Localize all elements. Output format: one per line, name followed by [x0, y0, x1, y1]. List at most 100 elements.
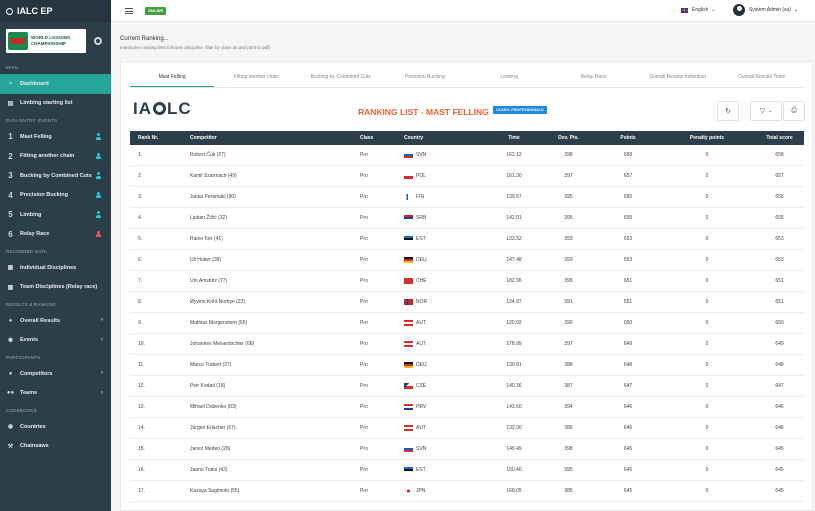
country-code: SVN — [416, 446, 427, 452]
tab-fitting-another-chain[interactable]: Fitting another chain — [214, 66, 298, 87]
cell-time: 162.12 — [506, 152, 522, 158]
sidebar-item-overall-results[interactable]: ● Overall Results › — [0, 311, 111, 331]
app-brand[interactable]: IALC EP — [0, 0, 111, 22]
table-row[interactable]: 8. Øyvinn Kohl-Norbye (22) Pro NOR 124.97 391… — [130, 292, 804, 313]
table-row[interactable]: 11. Marco Trabert (37) Pro DEU 130.91 388 648 0… — [130, 355, 804, 376]
sidebar-item-team-disciplines[interactable]: ▦ Team Disciplines (Relay race) — [0, 278, 111, 298]
cell-penalty: 0 — [705, 278, 709, 284]
table-row[interactable]: 13. Mihael Dobenko (83) Pro HRV 143.60 394 646… — [130, 397, 804, 418]
person-icon — [96, 211, 101, 218]
ialc-logo: IA LC — [133, 99, 192, 118]
table-row[interactable]: 16. Jaano Traks (42) Pro EST 150.40 395 645 0 64… — [130, 460, 804, 481]
cell-time: 130.91 — [506, 362, 522, 368]
sidebar-item-dashboard[interactable]: ≈ Dashboard — [0, 74, 111, 94]
cell-class: Pro — [360, 341, 368, 347]
col-dev-pts[interactable]: Dev. Pts. — [540, 135, 597, 141]
table-row[interactable]: 17. Kazuya Sugimoto (55) Pro JPN 168.05 385 64… — [130, 481, 804, 502]
table-row[interactable]: 3. Jukka Perämäki (90) Pro FIN 139.57 395 655 0… — [130, 187, 804, 208]
country-code: HRV — [416, 404, 427, 410]
table-row[interactable]: 4. Ljuban Žižić (32) Pro SRB 142.01 395 655 0 65… — [130, 208, 804, 229]
filter-button[interactable]: ▽ ⌄ — [750, 101, 782, 121]
sidebar-item-limbing[interactable]: 5 Limbing — [0, 205, 111, 225]
col-class[interactable]: Class — [360, 135, 404, 141]
language-selector[interactable]: English ⌄ — [681, 7, 716, 13]
cell-total: 649 — [775, 341, 784, 347]
sidebar-item-fitting-another-chain[interactable]: 2 Fitting another chain — [0, 147, 111, 167]
user-menu[interactable]: System Admin (sa) ⌄ — [733, 4, 798, 16]
cell-time: 149.49 — [506, 446, 522, 452]
section-results: RESULTS & RANKING — [6, 301, 56, 307]
chevron-down-icon: ⌄ — [711, 7, 716, 13]
cell-total: 645 — [775, 467, 784, 473]
table-row[interactable]: 15. Janez Medeo (28) Pro SVN 149.49 398 645 0 64… — [130, 439, 804, 460]
sidebar-item-label: Teams — [20, 390, 38, 397]
cell-total: 646 — [775, 425, 784, 431]
sidebar-item-label: Chainsaws — [20, 443, 49, 450]
col-total[interactable]: Total score — [755, 135, 804, 141]
cell-total: 657 — [775, 173, 784, 179]
cell-class: Pro — [360, 236, 368, 242]
col-country[interactable]: Country — [404, 135, 488, 141]
table-row[interactable]: 6. Uli Huber (38) Pro DEU 147.48 393 653 0 653 — [130, 250, 804, 271]
tab-limbing[interactable]: Limbing — [467, 66, 551, 87]
table-row[interactable]: 5. Raino Kivi (41) Pro EST 133.52 393 653 0 653 — [130, 229, 804, 250]
cell-dev-pts: 399 — [564, 278, 573, 284]
sidebar-item-relay-race[interactable]: 6 Relay Race — [0, 225, 111, 245]
table-row[interactable]: 1. Robert Čuk (27) Pro SVN 162.12 398 658 0 658 — [130, 145, 804, 166]
tab-overall-team[interactable]: Overall Results Team — [720, 66, 804, 87]
cell-points: 646 — [623, 425, 633, 431]
settings-icon[interactable] — [94, 37, 102, 45]
cell-rank: 15. — [138, 446, 145, 452]
table-row[interactable]: 9. Mathias Morgenstern (65) Pro AUT 120.92 39… — [130, 313, 804, 334]
logo-line-2: CHAMPIONSHIP — [31, 41, 67, 46]
print-button[interactable]: ⎙ — [783, 101, 805, 121]
uk-flag-icon — [681, 7, 688, 13]
table-row[interactable]: 7. Urs Amstutz (77) Pro CHE 182.96 399 651 0 651 — [130, 271, 804, 292]
col-penalty[interactable]: Penalty points — [659, 135, 755, 141]
cell-dev-pts: 395 — [564, 215, 573, 221]
cell-total: 645 — [775, 446, 784, 452]
cell-rank: 17. — [138, 488, 145, 494]
cell-dev-pts: 391 — [564, 299, 573, 305]
tab-overall-individual[interactable]: Overall Results Individual — [636, 66, 720, 87]
tab-relay-race[interactable]: Relay Race — [551, 66, 635, 87]
sidebar-item-bucking-combined-cuts[interactable]: 3 Bucking by Combined Cuts — [0, 166, 111, 186]
tab-bucking-combined-cuts[interactable]: Bucking by Combined Cuts — [299, 66, 383, 87]
table-row[interactable]: 12. Petr Kodad (18) Pro CZE 140.36 387 647 0 647 — [130, 376, 804, 397]
table-row[interactable]: 2. Kamil Szarmach (49) Pro POL 161.30 397 657 0… — [130, 166, 804, 187]
country-flag-icon — [404, 257, 413, 263]
section-recorded: RECORDED DATA — [6, 248, 47, 254]
table-row[interactable]: 10. Johannes Meisenbichler (68) Pro AUT 178.… — [130, 334, 804, 355]
cell-rank: 1. — [138, 152, 143, 158]
cell-class: Pro — [360, 299, 368, 305]
col-rank[interactable]: Rank Nr. — [130, 135, 190, 141]
table-row[interactable]: 14. Jürgen Erlacher (67) Pro AUT 132.00 386 64… — [130, 418, 804, 439]
sidebar-item-mast-felling[interactable]: 1 Mast Felling — [0, 127, 111, 147]
sidebar-item-precision-bucking[interactable]: 4 Precision Bucking — [0, 186, 111, 206]
country-code: EST — [416, 467, 426, 473]
discipline-number: 6 — [8, 229, 13, 239]
cell-country: HRV — [404, 404, 488, 410]
sidebar-item-countries[interactable]: ◉ Countries — [0, 417, 111, 437]
sidebar-item-teams[interactable]: ●● Teams › — [0, 384, 111, 404]
wrench-icon: ⚒ — [7, 443, 14, 450]
country-code: NOR — [416, 299, 428, 305]
refresh-button[interactable]: ↻ — [717, 101, 739, 121]
tab-precision-bucking[interactable]: Precision Bucking — [383, 66, 467, 87]
sidebar-item-chainsaws[interactable]: ⚒ Chainsaws — [0, 437, 111, 457]
col-competitor[interactable]: Competitor — [190, 135, 360, 141]
chevron-right-icon: › — [101, 336, 103, 343]
app-title: IALC EP — [17, 6, 53, 16]
tab-mast-felling[interactable]: Mast Felling — [130, 66, 215, 87]
sidebar-item-limbing-starting-list[interactable]: ▤ Limbing starting list — [0, 94, 111, 114]
menu-icon[interactable] — [125, 7, 133, 14]
cell-points: 653 — [623, 236, 633, 242]
cell-points: 653 — [623, 257, 633, 263]
col-time[interactable]: Time — [488, 135, 540, 141]
col-points[interactable]: Points — [597, 135, 659, 141]
sidebar-item-individual-disciplines[interactable]: ▦ Individual Disciplines — [0, 258, 111, 278]
sidebar-item-competitors[interactable]: ● Competitors › — [0, 364, 111, 384]
sidebar-item-label: Fitting another chain — [20, 153, 75, 160]
sidebar-item-events[interactable]: ✽ Events › — [0, 331, 111, 351]
cell-competitor: Raino Kivi (41) — [190, 236, 223, 242]
